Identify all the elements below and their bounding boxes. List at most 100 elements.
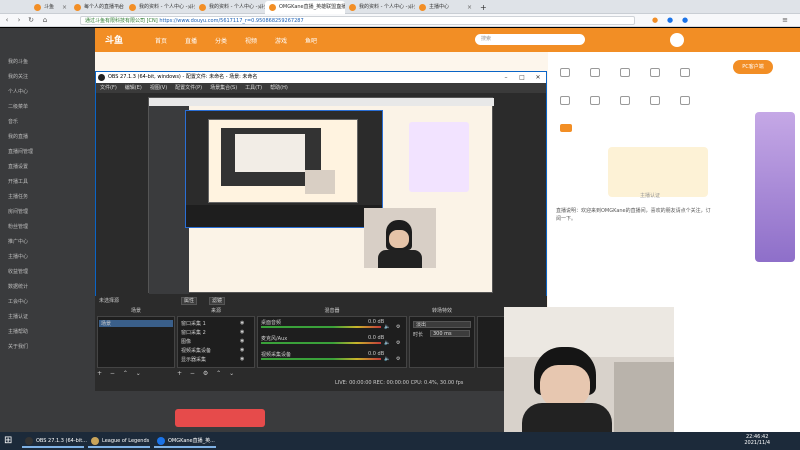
sidebar-item[interactable]: 个人中心 [8, 88, 28, 95]
scene-item[interactable]: 场景 [99, 320, 173, 327]
feature-icon[interactable] [620, 96, 630, 105]
scenes-list[interactable]: 场景 [97, 316, 175, 368]
pc-client-button[interactable]: PC客户端 [733, 60, 773, 74]
sidebar-item[interactable]: 我的斗鱼 [8, 58, 28, 65]
nav-item[interactable]: 视频 [245, 36, 257, 45]
sidebar-item[interactable]: 粉丝管理 [8, 223, 28, 230]
douyu-search-input[interactable]: 搜索 [475, 34, 585, 45]
source-item[interactable]: 窗口采集 1 [181, 320, 206, 327]
source-item[interactable]: 窗口采集 2 [181, 329, 206, 336]
feature-icon[interactable] [590, 96, 600, 105]
sidebar-item[interactable]: 关于我们 [8, 343, 28, 350]
promo-popup[interactable] [175, 409, 265, 427]
browser-tab[interactable]: 主播中心 × [415, 1, 475, 14]
sidebar-item[interactable]: 直播设置 [8, 163, 28, 170]
minimize-icon[interactable]: – [498, 72, 514, 83]
gear-icon[interactable]: ⚙ [396, 324, 400, 330]
nav-item[interactable]: 分类 [215, 36, 227, 45]
properties-button[interactable]: 属性 [181, 297, 198, 305]
feature-icon[interactable] [590, 68, 600, 77]
start-icon[interactable]: ⊞ [4, 435, 16, 447]
close-icon[interactable]: ✕ [530, 72, 546, 83]
extension-icon[interactable]: ● [650, 14, 660, 27]
nav-item[interactable]: 游戏 [275, 36, 287, 45]
tab-close-icon[interactable]: × [407, 1, 412, 14]
side-banner[interactable] [755, 112, 795, 262]
obs-menu-item[interactable]: 文件(F) [100, 85, 117, 91]
refresh-icon[interactable]: ↻ [26, 14, 36, 27]
obs-menu-item[interactable]: 帮助(H) [270, 85, 288, 91]
sidebar-item[interactable]: 二级菜单 [8, 103, 28, 110]
nav-item[interactable]: 鱼吧 [305, 36, 317, 45]
sidebar-item[interactable]: 主播帮助 [8, 328, 28, 335]
visibility-icon[interactable]: ◉ [240, 347, 244, 353]
sidebar-item[interactable]: 房间管理 [8, 208, 28, 215]
sidebar-item[interactable]: 我的直播 [8, 133, 28, 140]
sidebar-item[interactable]: 收益管理 [8, 268, 28, 275]
browser-tab[interactable]: 每个人的直播平台 × [70, 1, 125, 14]
feature-icon[interactable] [560, 96, 570, 105]
transition-select[interactable]: 淡出 [413, 321, 471, 328]
feature-icon[interactable] [680, 68, 690, 77]
obs-menu-item[interactable]: 编辑(E) [125, 85, 142, 91]
sources-list[interactable]: 窗口采集 1 ◉ 窗口采集 2 ◉ 图像 ◉ 视频采集设备 ◉ 显示器采集 ◉ [177, 316, 255, 368]
browser-tab[interactable]: 我的资料 - 个人中心 - 斗鱼 × [125, 1, 195, 14]
feature-icon[interactable] [560, 68, 570, 77]
source-item[interactable]: 图像 [181, 338, 191, 345]
source-item[interactable]: 显示器采集 [181, 356, 206, 363]
tab-close-icon[interactable]: × [467, 1, 472, 14]
browser-tab[interactable]: 我的资料 - 个人中心 - 斗鱼 × [195, 1, 265, 14]
browser-tab[interactable]: 斗鱼 × [30, 1, 70, 14]
menu-icon[interactable]: ≡ [780, 14, 790, 27]
taskbar-app[interactable]: OBS 27.1.3 (64-bit... [22, 434, 87, 448]
extension-icon[interactable]: ● [680, 14, 690, 27]
tab-close-icon[interactable]: × [337, 1, 342, 14]
taskbar-app[interactable]: OMGKane直播_英... [154, 434, 216, 448]
sidebar-item[interactable]: 推广中心 [8, 238, 28, 245]
tab-close-icon[interactable]: × [117, 1, 122, 14]
speaker-icon[interactable]: 🔈 [384, 340, 390, 346]
browser-tab[interactable]: OMGKane直播_英雄联盟直播_斗鱼× [265, 1, 345, 14]
url-input[interactable]: 通过斗鱼有限科技有限公司 [CN] https://www.douyu.com/… [80, 16, 635, 25]
browser-tab[interactable]: 我的资料 - 个人中心 - 斗鱼 × [345, 1, 415, 14]
back-icon[interactable]: ‹ [2, 14, 12, 27]
scene-controls[interactable]: + − ⌃ ⌄ [97, 370, 175, 378]
visibility-icon[interactable]: ◉ [240, 320, 244, 326]
feature-icon[interactable] [620, 68, 630, 77]
extension-icon[interactable]: ● [665, 14, 675, 27]
avatar[interactable] [670, 33, 684, 47]
sidebar-item[interactable]: 数据统计 [8, 283, 28, 290]
gear-icon[interactable]: ⚙ [396, 356, 400, 362]
home-icon[interactable]: ⌂ [40, 14, 50, 27]
sidebar-item[interactable]: 开播工具 [8, 178, 28, 185]
sidebar-item[interactable]: 主播认证 [8, 313, 28, 320]
source-item[interactable]: 视频采集设备 [181, 347, 211, 354]
tab-close-icon[interactable]: × [62, 1, 67, 14]
speaker-icon[interactable]: 🔈 [384, 356, 390, 362]
sidebar-item[interactable]: 直播间管理 [8, 148, 33, 155]
nav-item[interactable]: 直播 [185, 36, 197, 45]
feature-icon[interactable] [650, 68, 660, 77]
douyu-logo[interactable]: 斗鱼 [105, 33, 123, 46]
sidebar-item[interactable]: 主播中心 [8, 253, 28, 260]
maximize-icon[interactable]: □ [514, 72, 530, 83]
nav-item[interactable]: 首页 [155, 36, 167, 45]
sidebar-item[interactable]: 工会中心 [8, 298, 28, 305]
obs-menu-item[interactable]: 工具(T) [245, 85, 262, 91]
sidebar-item[interactable]: 音乐 [8, 118, 18, 125]
duration-input[interactable]: 300 ms [430, 330, 470, 337]
visibility-icon[interactable]: ◉ [240, 338, 244, 344]
taskbar-app[interactable]: League of Legends [88, 434, 150, 448]
source-controls[interactable]: + − ⚙ ⌃ ⌄ [177, 370, 255, 378]
speaker-icon[interactable]: 🔈 [384, 324, 390, 330]
gear-icon[interactable]: ⚙ [396, 340, 400, 346]
sidebar-item[interactable]: 我的关注 [8, 73, 28, 80]
obs-menu-item[interactable]: 场景集合(S) [210, 85, 237, 91]
tab-close-icon[interactable]: × [257, 1, 262, 14]
visibility-icon[interactable]: ◉ [240, 329, 244, 335]
feature-icon[interactable] [650, 96, 660, 105]
visibility-icon[interactable]: ◉ [240, 356, 244, 362]
obs-menu-item[interactable]: 视图(V) [150, 85, 167, 91]
filters-button[interactable]: 滤镜 [209, 297, 226, 305]
tab-close-icon[interactable]: × [187, 1, 192, 14]
